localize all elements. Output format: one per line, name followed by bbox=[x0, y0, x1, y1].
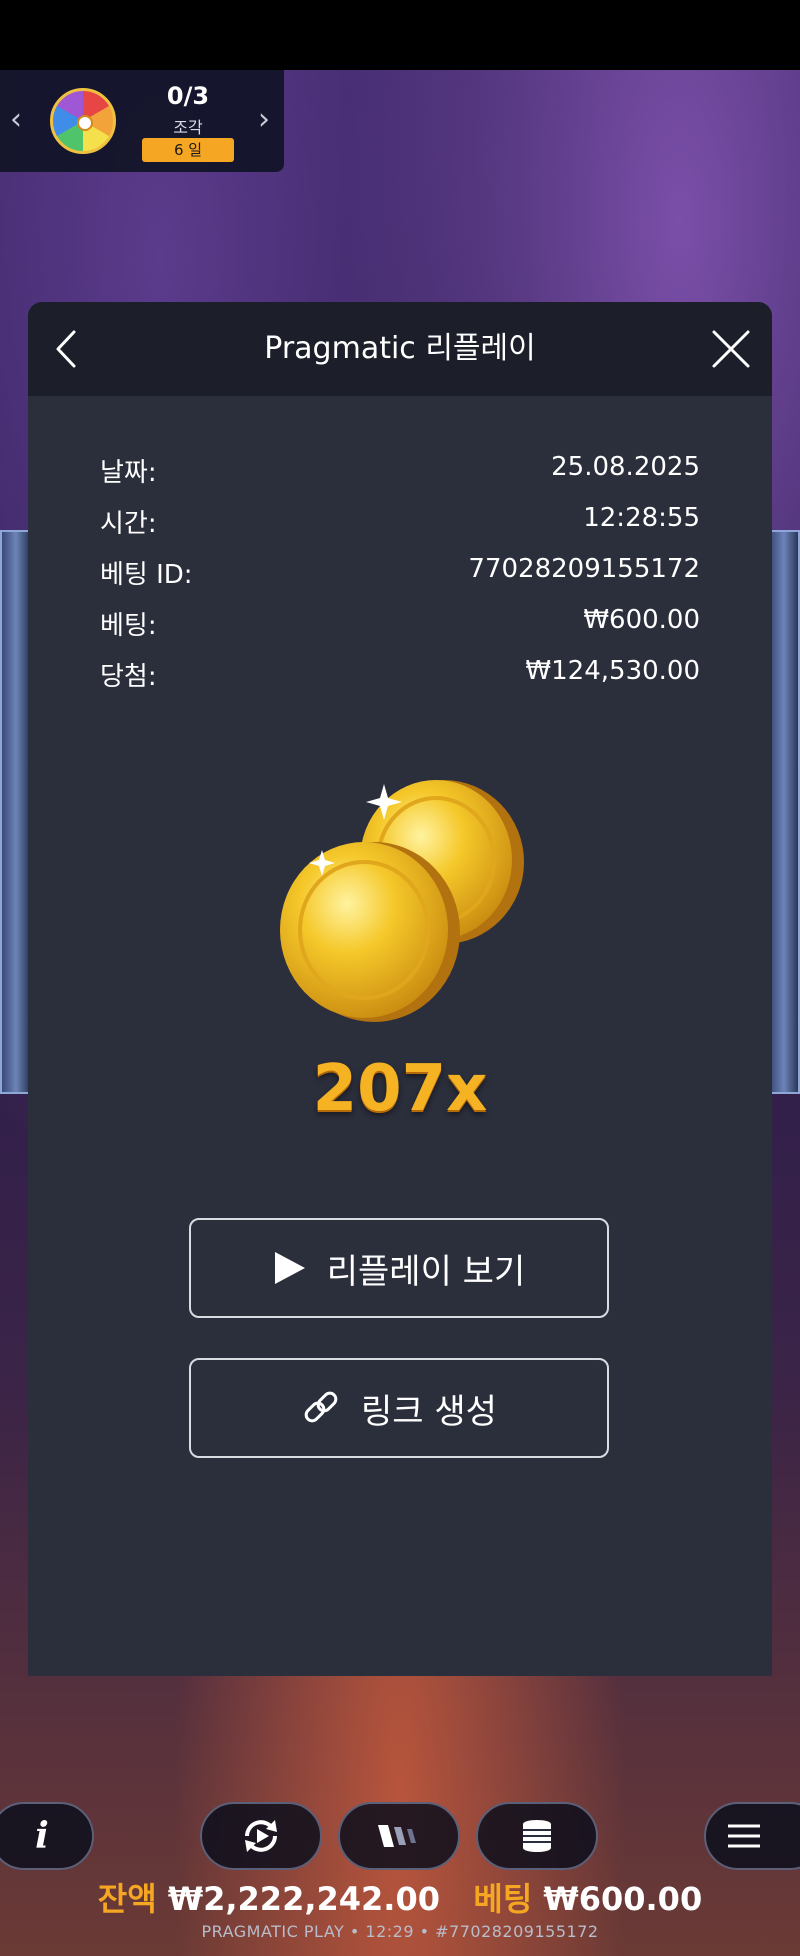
create-link-label: 링크 생성 bbox=[361, 1391, 497, 1432]
autoplay-button[interactable] bbox=[200, 1802, 322, 1870]
balance-value: ₩2,222,242.00 bbox=[167, 1880, 440, 1918]
turbo-button[interactable] bbox=[338, 1802, 460, 1870]
chevron-left-icon[interactable]: ‹ bbox=[10, 102, 22, 137]
info-key: 베팅 ID: bbox=[100, 560, 193, 590]
balance-bar: 잔액 ₩2,222,242.00 베팅 ₩600.00 bbox=[0, 1874, 800, 1920]
bet-value: ₩600.00 bbox=[543, 1880, 703, 1918]
quest-count: 0/3 bbox=[166, 82, 210, 110]
info-key: 시간: bbox=[100, 509, 157, 539]
info-row-date: 날짜: 25.08.2025 bbox=[100, 452, 700, 503]
info-row-time: 시간: 12:28:55 bbox=[100, 503, 700, 554]
autoplay-icon bbox=[245, 1820, 277, 1852]
balance-label: 잔액 bbox=[97, 1880, 157, 1918]
bet-info-list: 날짜: 25.08.2025 시간: 12:28:55 베팅 ID: 77028… bbox=[100, 452, 700, 707]
watch-replay-label: 리플레이 보기 bbox=[326, 1251, 526, 1292]
info-value: 25.08.2025 bbox=[551, 452, 700, 482]
info-row-win: 당첨: ₩124,530.00 bbox=[100, 656, 700, 707]
info-icon: i bbox=[35, 1815, 49, 1857]
info-key: 당첨: bbox=[100, 662, 157, 692]
chevron-right-icon[interactable]: › bbox=[258, 102, 270, 137]
reel-frame-right bbox=[768, 530, 800, 1094]
watch-replay-button[interactable]: 리플레이 보기 bbox=[189, 1218, 609, 1318]
quest-days-badge: 6 일 bbox=[142, 138, 234, 162]
gold-coins-icon bbox=[280, 780, 524, 1022]
info-value: 77028209155172 bbox=[468, 554, 700, 584]
chevron-left-icon bbox=[56, 330, 76, 368]
win-multiplier: 207x bbox=[312, 1052, 488, 1126]
create-link-button[interactable]: 링크 생성 bbox=[189, 1358, 609, 1458]
turbo-icon bbox=[378, 1825, 416, 1847]
info-button[interactable]: i bbox=[0, 1802, 94, 1870]
play-icon bbox=[274, 1252, 305, 1284]
modal-header: Pragmatic 리플레이 bbox=[28, 302, 772, 396]
info-row-bet: 베팅: ₩600.00 bbox=[100, 605, 700, 656]
replay-modal: Pragmatic 리플레이 날짜: 25.08.2025 시간: 12:28:… bbox=[28, 302, 772, 1676]
bet-amount-button[interactable] bbox=[476, 1802, 598, 1870]
back-button[interactable] bbox=[46, 324, 86, 374]
footer-info: PRAGMATIC PLAY • 12:29 • #77028209155172 bbox=[201, 1922, 599, 1941]
quest-widget: ‹ 0/3 조각 6 일 › bbox=[0, 70, 284, 172]
menu-button[interactable] bbox=[704, 1802, 800, 1870]
info-value: 12:28:55 bbox=[583, 503, 700, 533]
info-value: ₩600.00 bbox=[583, 605, 700, 635]
info-row-bet-id: 베팅 ID: 77028209155172 bbox=[100, 554, 700, 605]
modal-title: Pragmatic 리플레이 bbox=[264, 331, 536, 366]
info-key: 날짜: bbox=[100, 458, 157, 488]
info-value: ₩124,530.00 bbox=[525, 656, 700, 686]
prize-wheel-icon[interactable] bbox=[50, 88, 116, 154]
coin-stack-icon bbox=[523, 1820, 551, 1852]
hamburger-menu-icon bbox=[728, 1824, 760, 1848]
close-icon bbox=[712, 330, 750, 368]
info-key: 베팅: bbox=[100, 611, 157, 641]
bet-label: 베팅 bbox=[473, 1880, 533, 1918]
close-button[interactable] bbox=[706, 324, 756, 374]
quest-label: 조각 bbox=[173, 118, 203, 137]
link-icon bbox=[304, 1391, 338, 1423]
